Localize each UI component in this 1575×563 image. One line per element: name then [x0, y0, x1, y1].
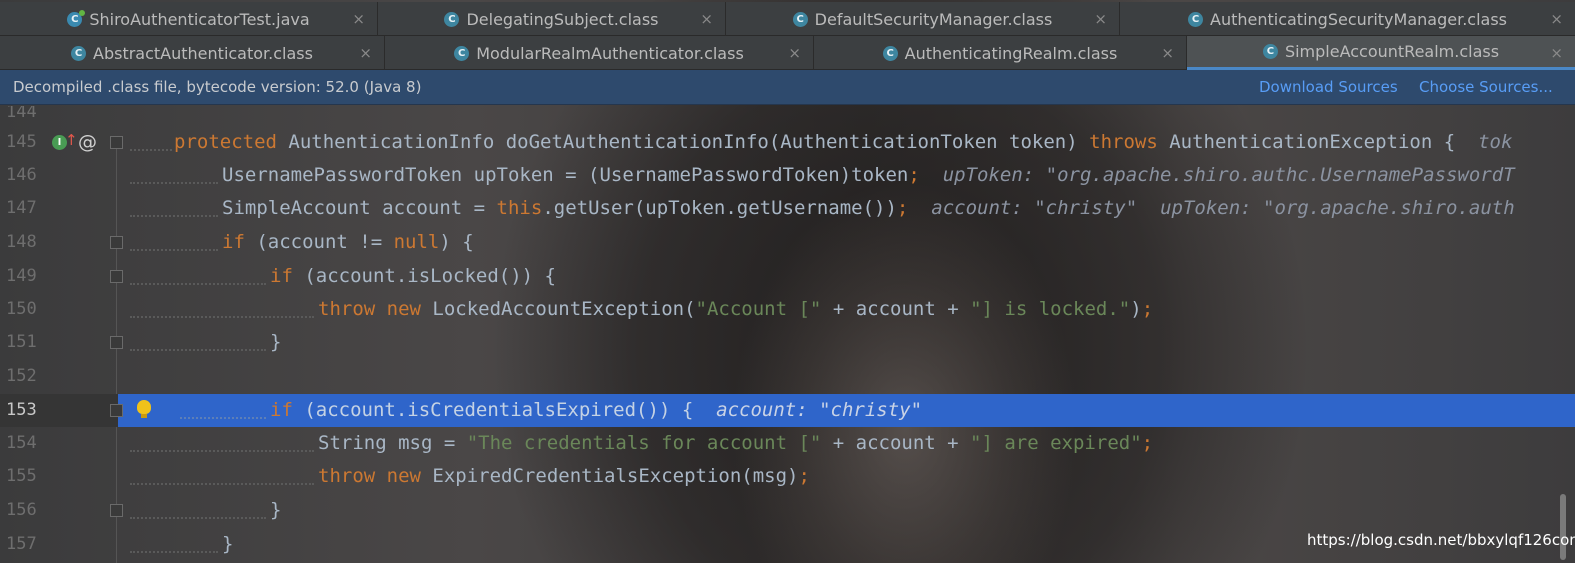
close-icon[interactable]: × [1161, 44, 1174, 62]
code-text: UsernamePasswordToken upToken = (Usernam… [222, 164, 1515, 186]
close-icon[interactable]: × [352, 10, 365, 28]
code-line: 150 throw new LockedAccountException("Ac… [0, 293, 1575, 326]
fold-toggle-icon[interactable] [110, 404, 123, 417]
code-text: throw new LockedAccountException("Accoun… [318, 298, 1154, 320]
fold-toggle-icon[interactable] [110, 336, 123, 349]
tab-delegating-subject[interactable]: C DelegatingSubject.class × [378, 2, 726, 36]
line-number: 147 [6, 198, 37, 218]
lightbulb-icon[interactable] [137, 400, 151, 418]
choose-sources-link[interactable]: Choose Sources... [1419, 78, 1553, 96]
override-arrow-icon[interactable]: ↑ [65, 131, 78, 149]
fold-toggle-icon[interactable] [110, 504, 123, 517]
class-file-icon: C [882, 45, 898, 61]
code-text: if (account.isCredentialsExpired()) { ac… [270, 399, 923, 421]
code-line: 154 String msg = "The credentials for ac… [0, 427, 1575, 460]
code-line: 145 I ↑ @ protected AuthenticationInfo d… [0, 126, 1575, 159]
annotation-icon[interactable]: @ [78, 126, 97, 159]
indent-guide [130, 249, 218, 251]
code-text: if (account != null) { [222, 231, 474, 253]
indent-guide [130, 182, 218, 184]
close-icon[interactable]: × [1094, 10, 1107, 28]
indent-guide [180, 417, 266, 419]
line-number: 154 [6, 433, 37, 453]
class-file-icon: C [792, 11, 808, 27]
code-text: protected AuthenticationInfo doGetAuthen… [174, 131, 1513, 153]
indent-guide [130, 551, 218, 553]
indent-guide [130, 283, 266, 285]
indent-guide [130, 483, 314, 485]
line-number: 150 [6, 299, 37, 319]
download-sources-link[interactable]: Download Sources [1259, 78, 1398, 96]
code-line: 147 SimpleAccount account = this.getUser… [0, 192, 1575, 225]
line-number: 146 [6, 165, 37, 185]
line-number: 145 [6, 132, 37, 152]
close-icon[interactable]: × [359, 44, 372, 62]
code-line: 148 if (account != null) { [0, 226, 1575, 259]
close-icon[interactable]: × [700, 10, 713, 28]
class-file-icon: C [71, 45, 87, 61]
vertical-scrollbar[interactable] [1560, 494, 1566, 560]
line-number: 155 [6, 466, 37, 486]
line-number: 148 [6, 232, 37, 252]
code-line: 151 } [0, 326, 1575, 359]
line-number: 152 [6, 366, 37, 386]
code-line: 152 [0, 360, 1575, 393]
tab-label: AuthenticatingSecurityManager.class [1210, 9, 1507, 29]
code-text: } [270, 331, 282, 353]
code-text: } [222, 533, 234, 555]
code-line: 149 if (account.isLocked()) { [0, 260, 1575, 293]
tab-label: DefaultSecurityManager.class [814, 9, 1053, 29]
banner-message: Decompiled .class file, bytecode version… [13, 78, 422, 96]
tab-label: AuthenticatingRealm.class [904, 43, 1118, 63]
tab-abstract-authenticator[interactable]: C AbstractAuthenticator.class × [0, 36, 385, 70]
close-icon[interactable]: × [788, 44, 801, 62]
code-text: } [270, 499, 282, 521]
line-number: 153 [6, 400, 37, 420]
line-number: 151 [6, 332, 37, 352]
close-icon[interactable]: × [1550, 44, 1563, 62]
code-text: if (account.isLocked()) { [270, 265, 556, 287]
current-code-line: 153 if (account.isCredentialsExpired()) … [0, 394, 1575, 427]
tab-authenticating-security-manager[interactable]: C AuthenticatingSecurityManager.class × [1120, 2, 1575, 36]
indent-guide [130, 149, 172, 151]
tab-label: AbstractAuthenticator.class [93, 43, 313, 63]
watermark-text: https://blog.csdn.net/bbxylqf126com [1307, 531, 1575, 549]
tab-label: DelegatingSubject.class [466, 9, 659, 29]
indent-guide [130, 517, 266, 519]
tab-label: ModularRealmAuthenticator.class [476, 43, 744, 63]
tab-simple-account-realm[interactable]: C SimpleAccountRealm.class × [1187, 36, 1575, 70]
code-text: throw new ExpiredCredentialsException(ms… [318, 465, 810, 487]
fold-toggle-icon[interactable] [110, 270, 123, 283]
class-file-icon: C [444, 11, 460, 27]
tab-default-security-manager[interactable]: C DefaultSecurityManager.class × [726, 2, 1120, 36]
fold-toggle-icon[interactable] [110, 236, 123, 249]
tab-shiro-authenticator-test[interactable]: C ShiroAuthenticatorTest.java × [0, 2, 378, 36]
code-line: 156 } [0, 494, 1575, 527]
indent-guide [130, 215, 218, 217]
indent-guide [130, 316, 314, 318]
class-file-icon: C [454, 45, 470, 61]
fold-toggle-icon[interactable] [110, 136, 123, 149]
code-line: 155 throw new ExpiredCredentialsExceptio… [0, 460, 1575, 493]
code-editor[interactable]: 144 145 I ↑ @ protected AuthenticationIn… [0, 106, 1575, 563]
line-number: 149 [6, 266, 37, 286]
class-file-icon: C [1188, 11, 1203, 27]
code-text: String msg = "The credentials for accoun… [318, 432, 1154, 454]
line-number: 156 [6, 500, 37, 520]
java-class-icon: C [67, 9, 86, 27]
indent-guide [130, 450, 314, 452]
close-icon[interactable]: × [1550, 10, 1563, 28]
decompiled-notification-banner: Decompiled .class file, bytecode version… [0, 70, 1575, 105]
tab-label: ShiroAuthenticatorTest.java [89, 9, 310, 29]
class-file-icon: C [1262, 44, 1278, 59]
tab-label: SimpleAccountRealm.class [1284, 42, 1500, 61]
line-number: 157 [6, 534, 37, 554]
code-line: 146 UsernamePasswordToken upToken = (Use… [0, 159, 1575, 192]
code-text: SimpleAccount account = this.getUser(upT… [222, 197, 1515, 219]
editor-tab-row-1: C ShiroAuthenticatorTest.java × C Delega… [0, 2, 1575, 36]
editor-tab-row-2: C AbstractAuthenticator.class × C Modula… [0, 36, 1575, 70]
tab-authenticating-realm[interactable]: C AuthenticatingRealm.class × [814, 36, 1187, 70]
indent-guide [130, 349, 266, 351]
tab-modular-realm-authenticator[interactable]: C ModularRealmAuthenticator.class × [385, 36, 814, 70]
